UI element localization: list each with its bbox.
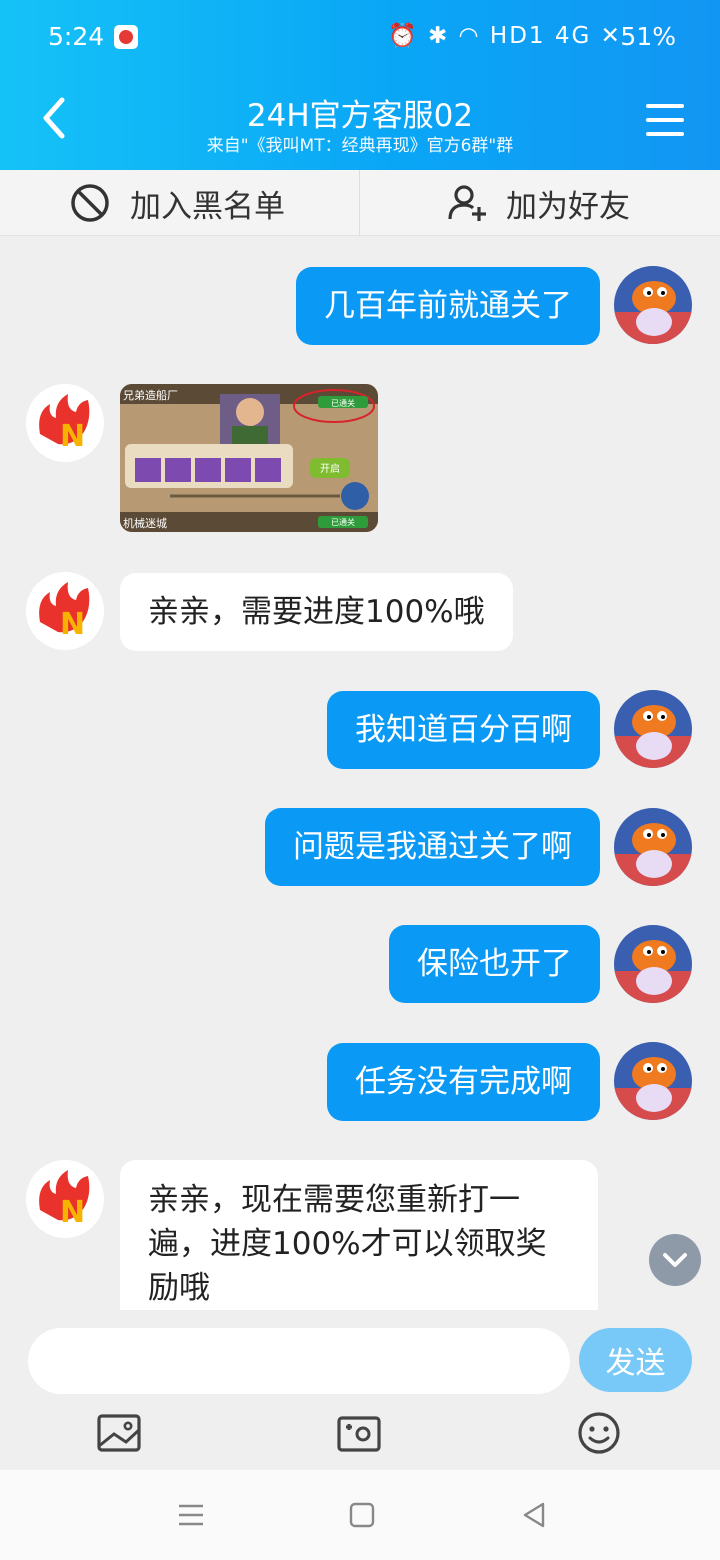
service-avatar[interactable]: N (26, 572, 104, 650)
message-list[interactable]: 几百年前就通关了 N 兄弟造船厂 已通关 开启 机械迷城 已通关 N 亲亲，需要… (0, 236, 720, 1310)
battery-level: 51% (620, 22, 676, 51)
service-avatar[interactable]: N (26, 384, 104, 462)
status-icons: ⏰ ✱ ◠ HD1 4G ✕ (388, 23, 622, 49)
message-bubble[interactable]: 亲亲，现在需要您重新打一遍，进度100%才可以领取奖励哦 (120, 1160, 598, 1310)
svg-text:N: N (60, 419, 85, 454)
recent-apps-icon[interactable] (176, 1500, 206, 1530)
top-bar: 5:24 ⏰ ✱ ◠ HD1 4G ✕ 51% 24H官方客服02 来自"《我叫… (0, 0, 720, 170)
camera-icon[interactable] (336, 1410, 382, 1456)
my-avatar[interactable] (614, 808, 692, 886)
chat-subtitle: 来自"《我叫MT：经典再现》官方6群"群 (206, 136, 514, 156)
add-user-icon (448, 185, 486, 221)
send-button[interactable]: 发送 (579, 1328, 692, 1392)
back-nav-icon[interactable] (519, 1500, 549, 1530)
message-bubble[interactable]: 任务没有完成啊 (327, 1043, 600, 1121)
message-bubble[interactable]: 我知道百分百啊 (327, 691, 600, 769)
menu-icon[interactable] (646, 104, 684, 136)
message-input[interactable] (28, 1328, 570, 1394)
blacklist-label: 加入黑名单 (130, 188, 285, 225)
emoji-icon[interactable] (576, 1410, 622, 1456)
image-title: 兄弟造船厂 (123, 388, 178, 402)
cleared-badge-2: 已通关 (331, 517, 355, 527)
my-avatar[interactable] (614, 1042, 692, 1120)
screen-record-icon (114, 25, 138, 49)
my-avatar[interactable] (614, 925, 692, 1003)
divider (359, 170, 360, 236)
my-avatar[interactable] (614, 690, 692, 768)
status-bar: 5:24 ⏰ ✱ ◠ HD1 4G ✕ 51% (0, 0, 720, 74)
image-title-2: 机械迷城 (123, 516, 167, 530)
message-bubble[interactable]: 问题是我通过关了啊 (265, 808, 600, 886)
blacklist-button[interactable]: 加入黑名单 (70, 170, 285, 236)
chevron-down-icon (663, 1253, 687, 1267)
message-bubble[interactable]: 亲亲，需要进度100%哦 (120, 573, 513, 651)
image-message[interactable]: 兄弟造船厂 已通关 开启 机械迷城 已通关 (120, 384, 378, 532)
add-friend-label: 加为好友 (506, 188, 630, 225)
add-friend-button[interactable]: 加为好友 (448, 170, 630, 236)
status-time: 5:24 (48, 22, 105, 51)
gallery-icon[interactable] (96, 1410, 142, 1456)
input-bar: 发送 (0, 1310, 720, 1470)
svg-text:N: N (60, 607, 85, 642)
block-icon (71, 184, 109, 222)
open-button-label: 开启 (320, 462, 340, 475)
system-nav-bar (0, 1470, 720, 1560)
my-avatar[interactable] (614, 266, 692, 344)
chat-title: 24H官方客服02 (246, 98, 474, 134)
action-bar: 加入黑名单 加为好友 (0, 170, 720, 236)
scroll-to-bottom-button[interactable] (649, 1234, 701, 1286)
home-icon[interactable] (347, 1500, 377, 1530)
service-avatar[interactable]: N (26, 1160, 104, 1238)
message-bubble[interactable]: 几百年前就通关了 (296, 267, 600, 345)
svg-text:N: N (60, 1195, 85, 1230)
back-icon[interactable] (40, 96, 68, 140)
message-bubble[interactable]: 保险也开了 (389, 925, 600, 1003)
cleared-badge: 已通关 (331, 398, 355, 408)
